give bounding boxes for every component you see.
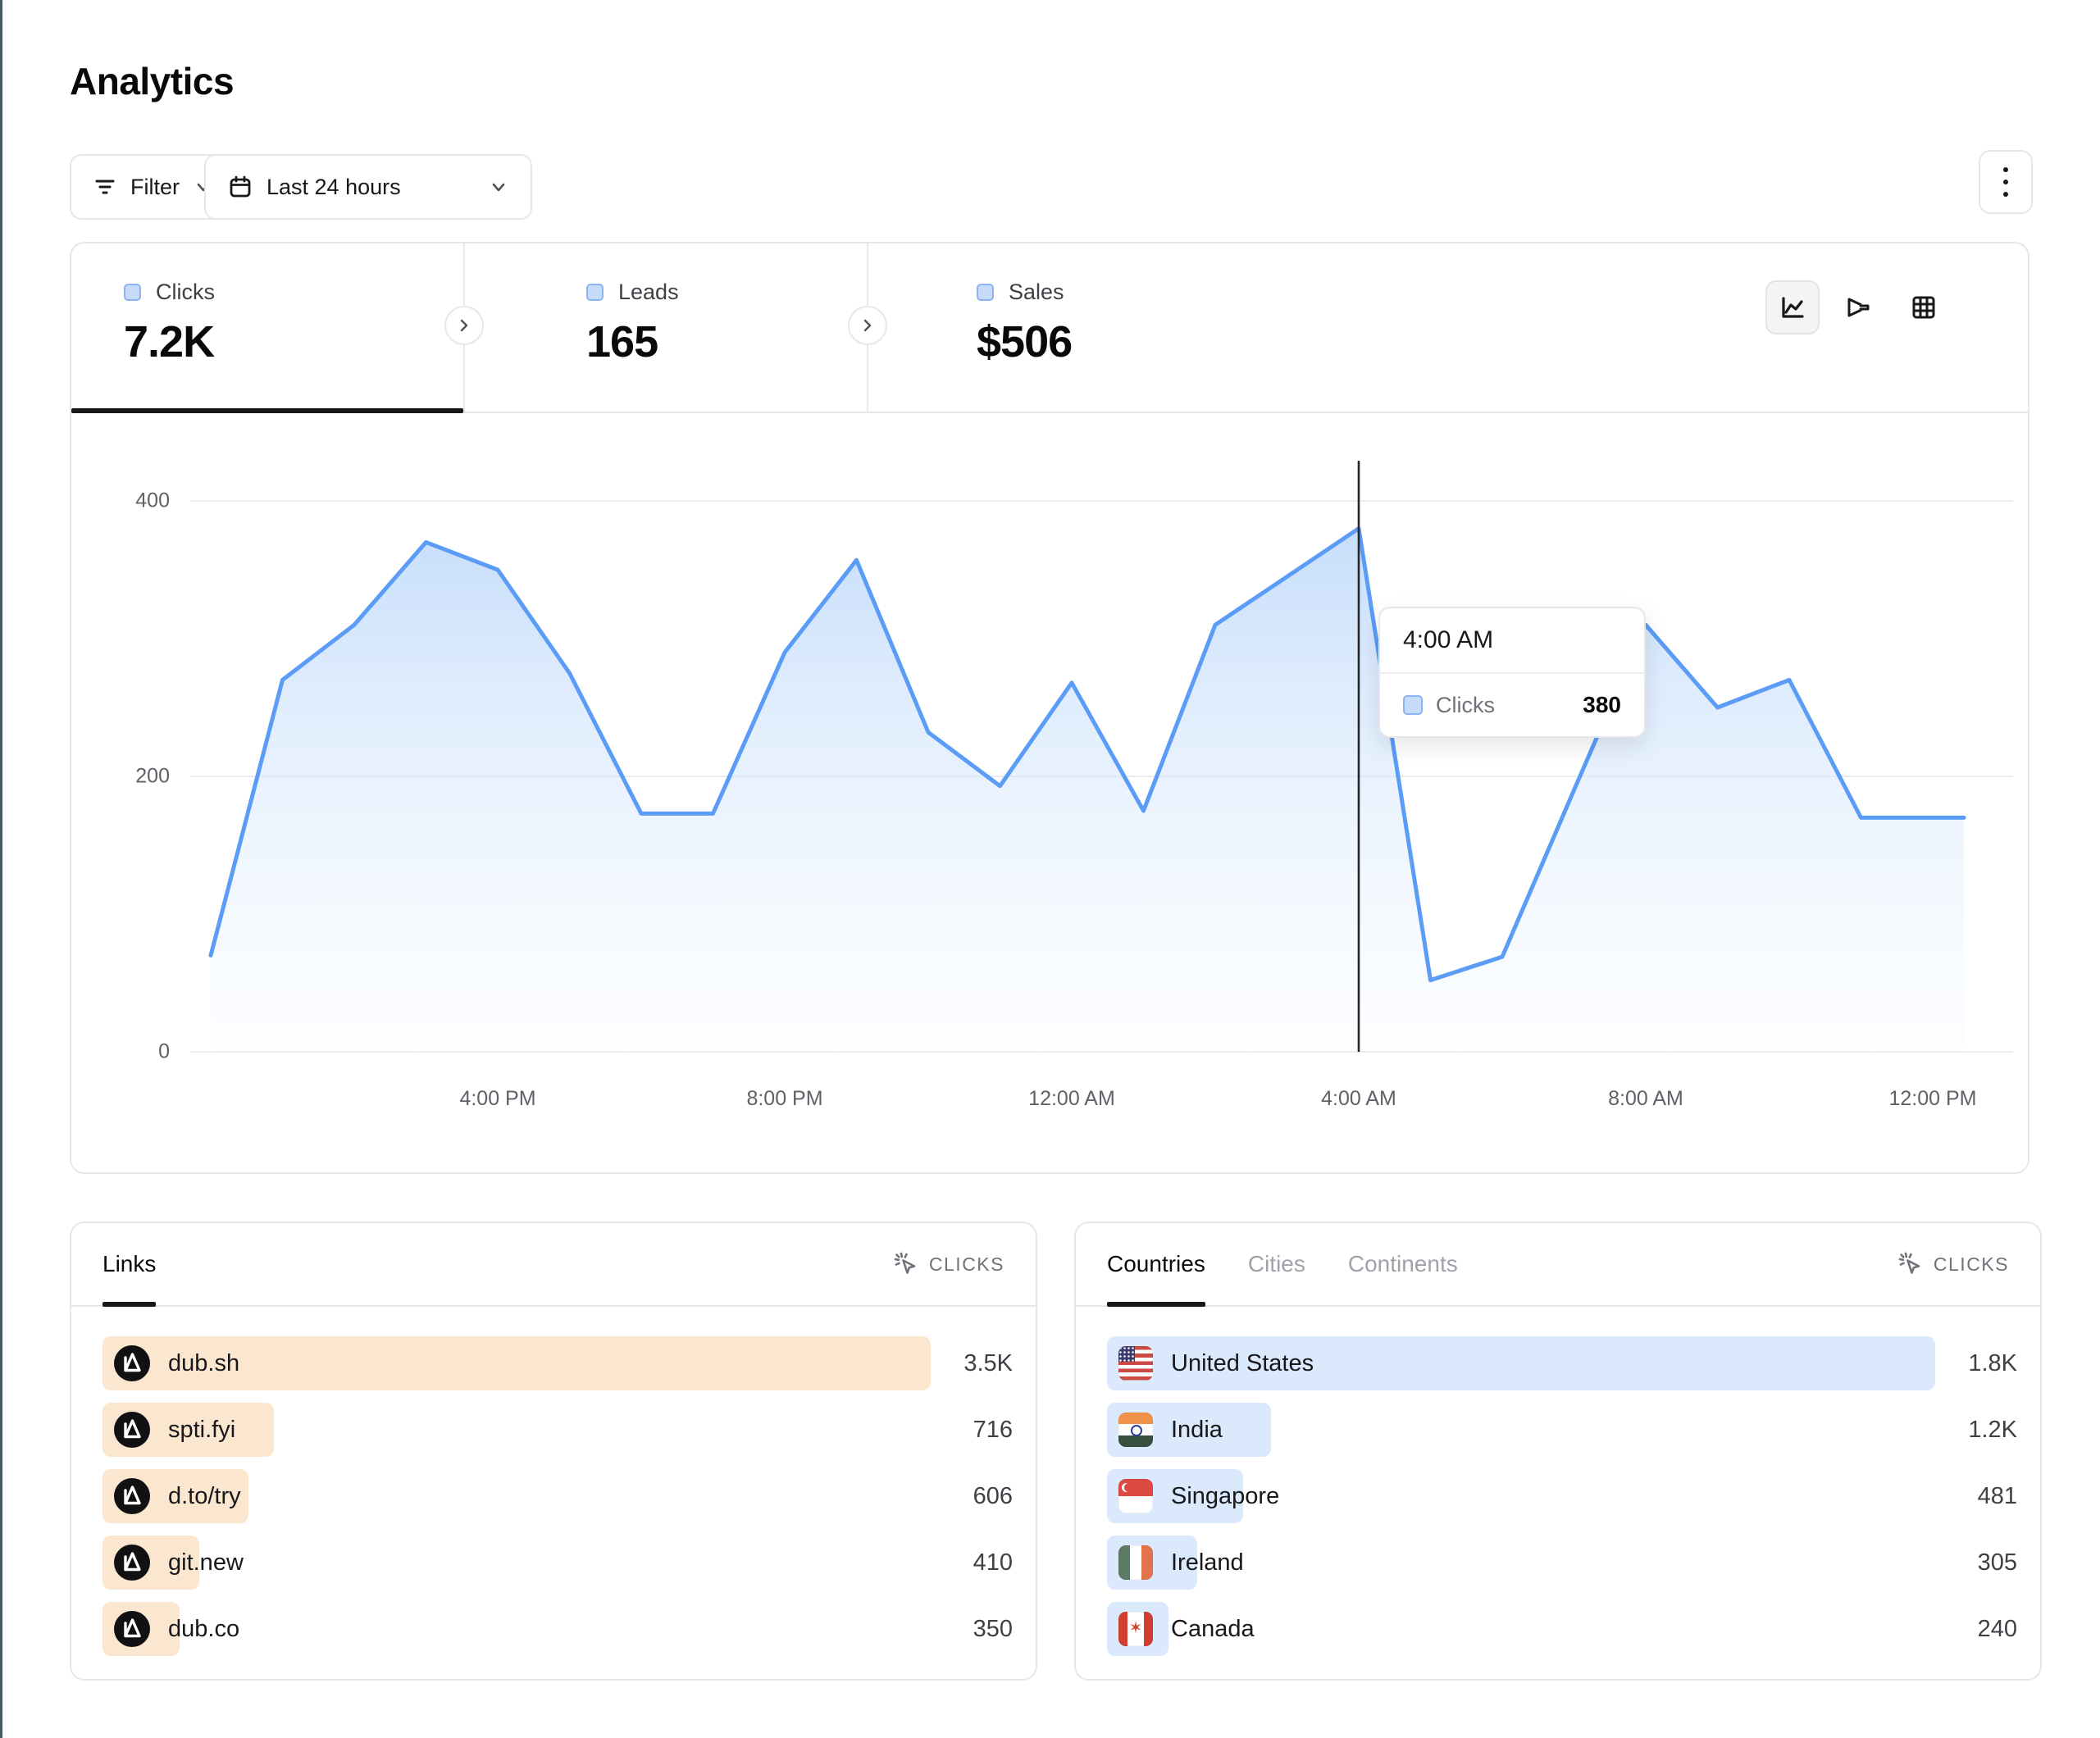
link-label: git.new [168, 1549, 244, 1576]
country-flag-icon [1118, 1479, 1153, 1513]
tooltip-value: 380 [1583, 692, 1621, 718]
link-row[interactable]: dub.sh 3.5K [102, 1336, 1013, 1390]
area-fill [211, 529, 1964, 1052]
country-flag-icon [1118, 1346, 1153, 1381]
page-title: Analytics [70, 59, 234, 103]
dub-logo-icon [114, 1545, 150, 1581]
expand-leads-chevron-button[interactable] [848, 306, 887, 345]
country-flag-icon [1118, 1545, 1153, 1580]
country-clicks-value: 1.8K [1935, 1350, 2017, 1377]
link-label: dub.sh [168, 1350, 239, 1377]
chevron-down-icon [488, 176, 509, 198]
country-label: Ireland [1171, 1549, 1244, 1576]
link-clicks-value: 410 [931, 1549, 1013, 1576]
link-clicks-value: 350 [931, 1616, 1013, 1643]
stats-row: Clicks 7.2K Leads 165 [71, 243, 2028, 413]
clicks-area-chart[interactable]: 0200400 4:00 PM8:00 PM12:00 AM4:00 AM8:0… [71, 413, 2028, 1172]
date-range-button[interactable]: Last 24 hours [204, 154, 532, 220]
country-label: United States [1171, 1350, 1314, 1377]
dub-logo-icon [114, 1478, 150, 1514]
tab-continents[interactable]: Continents [1348, 1223, 1458, 1305]
country-flag-icon [1118, 1612, 1153, 1646]
link-row[interactable]: spti.fyi 716 [102, 1403, 1013, 1457]
stat-tab-leads[interactable]: Leads 165 [465, 243, 867, 412]
analytics-card: Clicks 7.2K Leads 165 [70, 242, 2029, 1174]
stat-label: Leads [618, 280, 679, 305]
date-range-label: Last 24 hours [266, 175, 401, 200]
calendar-icon [227, 174, 253, 200]
country-clicks-value: 305 [1935, 1549, 2017, 1576]
country-row[interactable]: India 1.2K [1107, 1403, 2017, 1457]
tab-cities[interactable]: Cities [1248, 1223, 1305, 1305]
link-row[interactable]: d.to/try 606 [102, 1469, 1013, 1523]
country-clicks-value: 481 [1935, 1483, 2017, 1510]
tooltip-legend-square [1403, 695, 1423, 715]
metric-header-label[interactable]: CLICKS [1934, 1253, 2009, 1276]
chart-type-toggle-group [1765, 280, 1951, 334]
link-label: d.to/try [168, 1483, 241, 1510]
table-grid-icon [1908, 292, 1939, 323]
link-label: spti.fyi [168, 1417, 235, 1444]
more-options-button[interactable] [1979, 150, 2033, 214]
funnel-icon [1843, 292, 1874, 323]
stat-value: $506 [977, 316, 1072, 367]
stat-value: 165 [586, 316, 679, 367]
tab-countries[interactable]: Countries [1107, 1223, 1205, 1305]
dub-logo-icon [114, 1611, 150, 1647]
stat-tab-sales[interactable]: Sales $506 [868, 243, 1270, 412]
cursor-click-icon [893, 1251, 919, 1277]
stat-label: Clicks [156, 280, 215, 305]
country-label: India [1171, 1417, 1223, 1444]
line-chart-toggle-button[interactable] [1765, 280, 1820, 334]
link-clicks-value: 606 [931, 1483, 1013, 1510]
link-row[interactable]: git.new 410 [102, 1536, 1013, 1590]
link-clicks-value: 3.5K [931, 1350, 1013, 1377]
metric-header-label[interactable]: CLICKS [929, 1253, 1004, 1276]
table-view-toggle-button[interactable] [1897, 280, 1951, 334]
tooltip-time: 4:00 AM [1380, 608, 1644, 674]
sales-legend-square [977, 284, 994, 301]
screen-edge-line [0, 0, 2, 1738]
chart-tooltip: 4:00 AM Clicks 380 [1378, 607, 1646, 738]
links-panel: Links CLICKS dub.sh 3.5K spti.fy [70, 1222, 1037, 1681]
country-clicks-value: 1.2K [1935, 1417, 2017, 1444]
dub-logo-icon [114, 1412, 150, 1448]
country-row[interactable]: Canada 240 [1107, 1602, 2017, 1656]
link-row[interactable]: dub.co 350 [102, 1602, 1013, 1656]
tab-links[interactable]: Links [102, 1223, 156, 1305]
link-clicks-value: 716 [931, 1417, 1013, 1444]
country-flag-icon [1118, 1413, 1153, 1447]
clicks-legend-square [124, 284, 141, 301]
filter-button-label: Filter [130, 175, 180, 200]
funnel-chart-toggle-button[interactable] [1831, 280, 1885, 334]
leads-legend-square [586, 284, 604, 301]
line-chart-icon [1777, 292, 1808, 323]
cursor-click-icon [1897, 1251, 1924, 1277]
geo-panel: Countries Cities Continents CLICKS Unite… [1074, 1222, 2042, 1681]
stat-label: Sales [1009, 280, 1064, 305]
filter-lines-icon [93, 175, 117, 199]
stat-value: 7.2K [124, 316, 215, 367]
country-row[interactable]: Ireland 305 [1107, 1536, 2017, 1590]
country-row[interactable]: Singapore 481 [1107, 1469, 2017, 1523]
dub-logo-icon [114, 1345, 150, 1381]
expand-clicks-chevron-button[interactable] [444, 306, 484, 345]
kebab-icon [2003, 167, 2008, 172]
country-clicks-value: 240 [1935, 1616, 2017, 1643]
link-label: dub.co [168, 1616, 239, 1643]
tooltip-series-label: Clicks [1436, 693, 1495, 718]
country-row[interactable]: United States 1.8K [1107, 1336, 2017, 1390]
country-label: Canada [1171, 1616, 1255, 1643]
country-label: Singapore [1171, 1483, 1279, 1510]
stat-tab-clicks[interactable]: Clicks 7.2K [71, 243, 463, 412]
